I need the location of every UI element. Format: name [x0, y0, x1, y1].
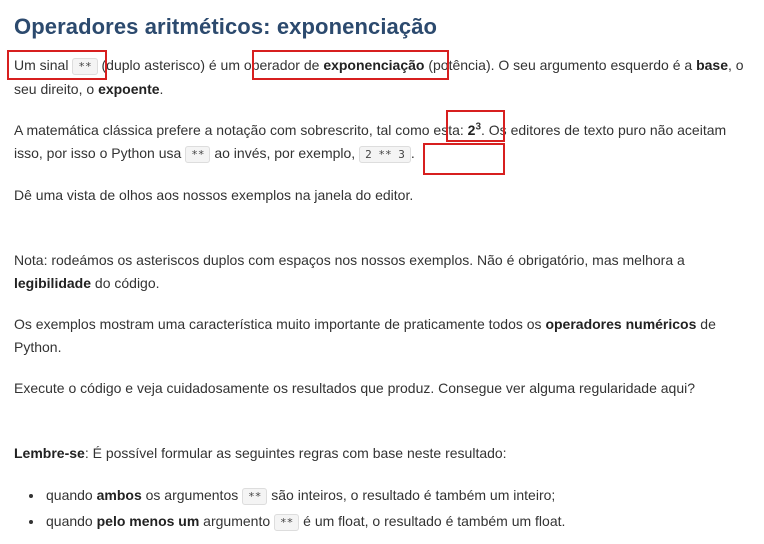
text: Um sinal — [14, 57, 73, 73]
text: . — [159, 81, 164, 97]
code-double-asterisk: ** — [274, 514, 300, 531]
text: do código. — [91, 275, 160, 291]
bold-base: base — [696, 57, 728, 73]
text: : É possível formular as seguintes regra… — [84, 445, 507, 461]
text: (potência). O seu argumento esquerdo é a — [424, 57, 697, 73]
paragraph-exponent-operator: Um sinal ** (duplo asterisco) é um opera… — [14, 54, 744, 101]
text: quando — [46, 487, 97, 503]
text: . — [410, 145, 415, 161]
rules-list: quando ambos os argumentos ** são inteir… — [14, 483, 744, 535]
code-double-asterisk: ** — [185, 146, 211, 163]
text: (duplo asterisco) é um — [97, 57, 244, 73]
list-item: quando ambos os argumentos ** são inteir… — [44, 483, 744, 509]
text: os argumentos — [141, 487, 243, 503]
text: A matemática clássica prefere a notação … — [14, 122, 468, 138]
paragraph-note: Nota: rodeámos os asteriscos duplos com … — [14, 249, 744, 295]
text: operador de — [243, 57, 324, 73]
content: Operadores aritméticos: exponenciação Um… — [14, 14, 744, 535]
text: quando — [46, 513, 97, 529]
bold-text: pelo menos um — [96, 513, 200, 529]
bold-exponent: expoente — [98, 81, 160, 97]
text: ao invés, por exemplo, — [210, 145, 360, 161]
bold-readability: legibilidade — [14, 275, 92, 291]
paragraph-remember: Lembre-se: É possível formular as seguin… — [14, 442, 744, 465]
text: Os exemplos mostram uma característica m… — [14, 316, 546, 332]
bold-text: ambos — [96, 487, 142, 503]
code-double-asterisk: ** — [242, 488, 268, 505]
text: argumento — [199, 513, 275, 529]
paragraph-superscript-notation: A matemática clássica prefere a notação … — [14, 119, 744, 166]
code-double-asterisk: ** — [72, 58, 98, 75]
page-title: Operadores aritméticos: exponenciação — [14, 14, 438, 39]
paragraph-look-examples: Dê uma vista de olhos aos nossos exemplo… — [14, 187, 414, 203]
bold-exponentiation: exponenciação — [323, 57, 425, 73]
bold-remember: Lembre-se — [14, 445, 85, 461]
bold-numeric-operators: operadores numéricos — [545, 316, 697, 332]
text: são inteiros, o resultado é também um in… — [267, 487, 556, 503]
code-example: 2 ** 3 — [359, 146, 411, 163]
text: Nota: rodeámos os asteriscos duplos com … — [14, 252, 685, 268]
list-item: quando pelo menos um argumento ** é um f… — [44, 509, 744, 535]
paragraph-run-code: Execute o código e veja cuidadosamente o… — [14, 380, 696, 396]
paragraph-characteristic: Os exemplos mostram uma característica m… — [14, 313, 744, 359]
text: é um float, o resultado é também um floa… — [299, 513, 566, 529]
